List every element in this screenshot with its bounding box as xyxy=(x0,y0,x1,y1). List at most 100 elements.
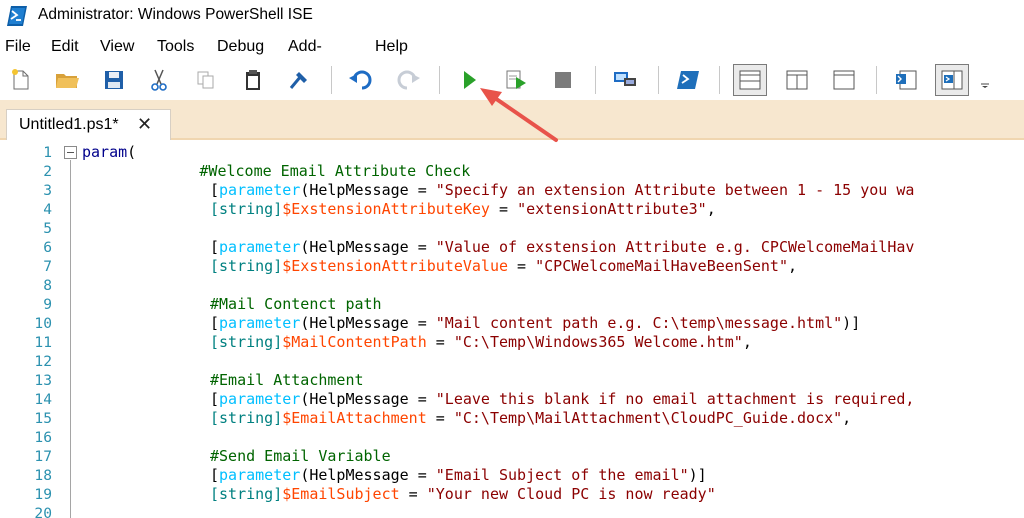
script-editor[interactable]: 1 2 3 4 5 6 7 8 9 10 11 12 13 14 15 16 1… xyxy=(0,140,1024,518)
cut-icon xyxy=(151,69,167,91)
code-punctuation: ( xyxy=(127,143,137,161)
line-number: 11 xyxy=(34,334,52,351)
undo-icon xyxy=(349,70,372,90)
cut-button[interactable] xyxy=(144,65,174,95)
clear-console-icon xyxy=(289,72,307,89)
code-attribute: parameter xyxy=(219,390,301,408)
line-number: 18 xyxy=(34,467,52,484)
collapse-icon[interactable] xyxy=(64,146,77,159)
code-punctuation: , xyxy=(842,409,852,427)
code-type: [string] xyxy=(210,333,283,351)
open-folder-icon xyxy=(56,74,79,88)
toolbar-overflow-button[interactable] xyxy=(976,65,994,95)
code-line-7: [string]$ExstensionAttributeValue = "CPC… xyxy=(210,257,797,275)
tab-untitled1[interactable]: Untitled1.ps1* ✕ xyxy=(6,109,171,140)
annotation-arrow xyxy=(480,88,558,142)
menu-view[interactable]: View xyxy=(100,38,134,56)
code-bracket: [ xyxy=(210,466,220,484)
line-number: 14 xyxy=(34,391,52,408)
toolbar-separator xyxy=(876,66,877,94)
line-number: 16 xyxy=(34,429,52,446)
code-text: (HelpMessage = xyxy=(300,238,436,256)
start-powershell-button[interactable] xyxy=(673,65,703,95)
code-line-19: [string]$EmailSubject = "Your new Cloud … xyxy=(210,485,716,503)
code-text: (HelpMessage = xyxy=(300,181,436,199)
line-number: 5 xyxy=(43,220,52,237)
code-bracket: [ xyxy=(210,390,220,408)
show-script-top-button[interactable] xyxy=(733,64,767,96)
menu-edit[interactable]: Edit xyxy=(51,38,79,56)
show-script-right-button[interactable] xyxy=(782,65,812,95)
code-line-13: #Email Attachment xyxy=(210,371,364,389)
show-script-max-icon xyxy=(833,70,855,90)
window-title: Administrator: Windows PowerShell ISE xyxy=(38,6,313,23)
code-line-1: param( xyxy=(82,143,136,161)
code-line-6: [parameter(HelpMessage = "Value of exste… xyxy=(210,238,914,256)
code-variable: $ExstensionAttributeValue xyxy=(282,257,509,275)
save-button[interactable] xyxy=(99,65,129,95)
undo-button[interactable] xyxy=(346,65,376,95)
tab-label: Untitled1.ps1* xyxy=(19,116,119,133)
show-command-addon-button[interactable] xyxy=(935,64,969,96)
close-icon[interactable]: ✕ xyxy=(137,114,152,135)
line-number: 13 xyxy=(34,372,52,389)
code-string: "C:\Temp\Windows365 Welcome.htm" xyxy=(453,333,743,351)
code-punctuation: , xyxy=(706,200,716,218)
menu-file[interactable]: File xyxy=(5,38,31,56)
show-command-window-button[interactable] xyxy=(891,65,921,95)
code-line-11: [string]$MailContentPath = "C:\Temp\Wind… xyxy=(210,333,752,351)
code-punctuation: , xyxy=(788,257,798,275)
code-operator: = xyxy=(426,333,454,351)
line-number: 15 xyxy=(34,410,52,427)
line-number: 1 xyxy=(43,144,52,161)
toolbar-separator xyxy=(439,66,440,94)
code-punctuation: , xyxy=(742,333,752,351)
copy-button[interactable] xyxy=(191,65,221,95)
paste-button[interactable] xyxy=(238,65,268,95)
line-number: 3 xyxy=(43,182,52,199)
line-number: 20 xyxy=(34,505,52,518)
copy-icon xyxy=(197,71,214,89)
fold-guide xyxy=(70,160,71,518)
code-string: "Value of exstension Attribute e.g. CPCW… xyxy=(435,238,915,256)
menu-help[interactable]: Help xyxy=(375,38,408,56)
code-variable: $EmailAttachment xyxy=(282,409,427,427)
menu-debug[interactable]: Debug xyxy=(217,38,264,56)
code-line-18: [parameter(HelpMessage = "Email Subject … xyxy=(210,466,707,484)
code-attribute: parameter xyxy=(219,466,301,484)
menu-tools[interactable]: Tools xyxy=(157,38,194,56)
start-powershell-icon xyxy=(677,71,699,89)
code-type: [string] xyxy=(210,409,283,427)
toolbar-separator xyxy=(331,66,332,94)
open-button[interactable] xyxy=(52,65,82,95)
show-script-top-icon xyxy=(739,70,761,90)
code-comment: #Mail Contenct path xyxy=(210,295,382,313)
new-remote-tab-button[interactable] xyxy=(610,65,640,95)
code-punctuation: )] xyxy=(688,466,707,484)
code-attribute: parameter xyxy=(219,181,301,199)
new-file-button[interactable] xyxy=(6,65,36,95)
redo-button[interactable] xyxy=(393,65,423,95)
clear-console-button[interactable] xyxy=(284,65,314,95)
code-comment: #Email Attachment xyxy=(210,371,364,389)
show-script-max-button[interactable] xyxy=(829,65,859,95)
line-number: 8 xyxy=(43,277,52,294)
code-operator: = xyxy=(489,200,518,218)
code-string: "Mail content path e.g. C:\temp\message.… xyxy=(435,314,843,332)
code-text: (HelpMessage = xyxy=(300,314,436,332)
line-number: 17 xyxy=(34,448,52,465)
line-number: 9 xyxy=(43,296,52,313)
line-number: 10 xyxy=(34,315,52,332)
toolbar-separator xyxy=(595,66,596,94)
code-text: (HelpMessage = xyxy=(300,390,436,408)
code-comment: #Welcome Email Attribute Check xyxy=(82,162,471,180)
code-line-2: #Welcome Email Attribute Check xyxy=(82,162,470,180)
code-string: "C:\Temp\MailAttachment\CloudPC_Guide.do… xyxy=(453,409,843,427)
code-string: "Specify an extension Attribute between … xyxy=(435,181,915,199)
code-bracket: [ xyxy=(210,314,220,332)
code-bracket: [ xyxy=(210,181,220,199)
code-attribute: parameter xyxy=(219,238,301,256)
code-operator: = xyxy=(508,257,536,275)
code-operator: = xyxy=(399,485,427,503)
code-bracket: [ xyxy=(210,238,220,256)
